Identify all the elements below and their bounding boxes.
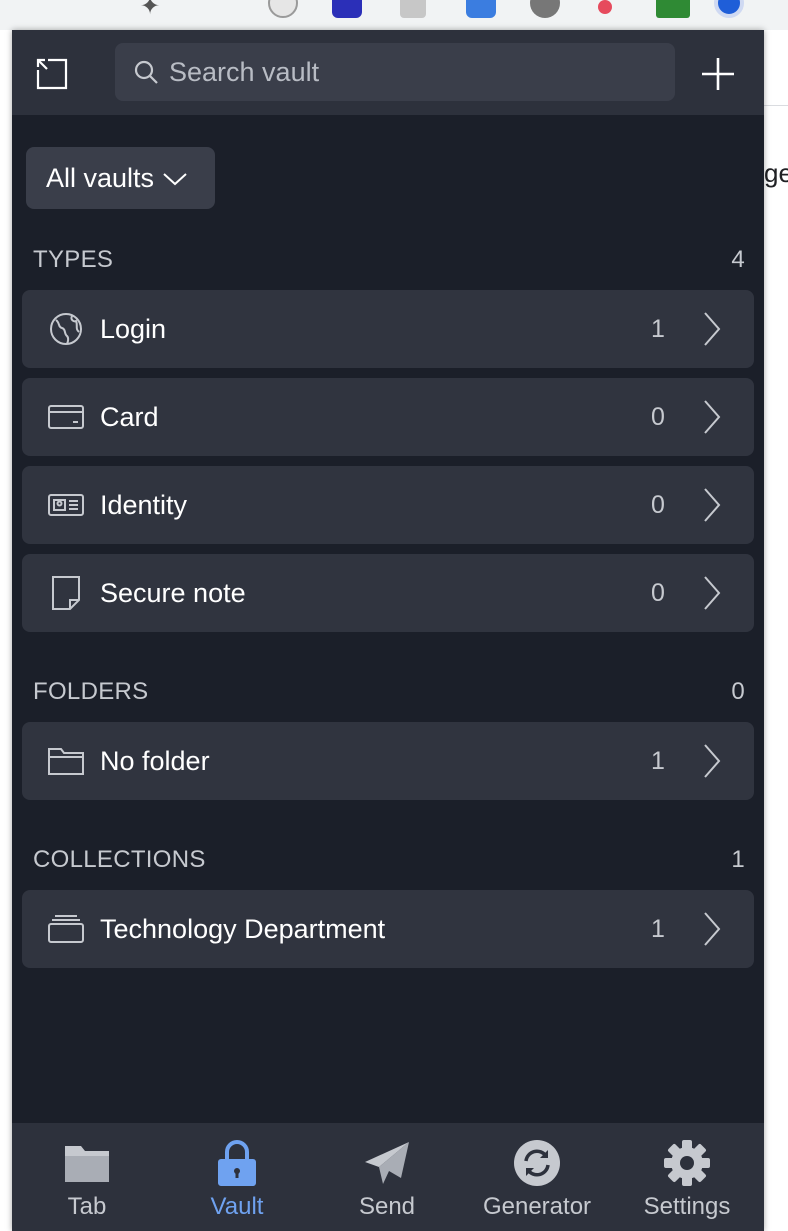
- bookmark-star-icon[interactable]: ✦: [140, 0, 170, 22]
- tab-label: Send: [358, 1193, 416, 1220]
- row-count: 0: [651, 578, 665, 607]
- collections-count: 1: [731, 846, 745, 873]
- folders-heading: FOLDERS: [33, 678, 149, 705]
- types-section-header: TYPES 4: [33, 245, 745, 275]
- browser-toolbar: ✦: [0, 0, 788, 30]
- page-text-fragment: ge: [764, 158, 788, 188]
- row-label: Login: [100, 313, 167, 344]
- popout-button[interactable]: [32, 54, 72, 94]
- sticky-note-icon: [46, 573, 86, 613]
- plus-icon: [702, 58, 734, 90]
- row-label: Identity: [100, 489, 188, 520]
- extension-icon[interactable]: [530, 0, 560, 18]
- folders-count: 0: [731, 678, 745, 705]
- tab-tab[interactable]: Tab: [12, 1123, 162, 1231]
- folder-icon: [62, 1139, 112, 1187]
- paper-plane-icon: [362, 1139, 412, 1187]
- extension-icon[interactable]: [656, 0, 690, 18]
- folders-section-header: FOLDERS 0: [33, 677, 745, 707]
- tab-generator[interactable]: Generator: [462, 1123, 612, 1231]
- chevron-right-icon: [702, 909, 726, 949]
- chevron-right-icon: [702, 309, 726, 349]
- row-count: 1: [651, 746, 665, 775]
- id-card-icon: [46, 485, 86, 525]
- types-count: 4: [731, 246, 745, 273]
- row-label: Secure note: [100, 577, 246, 608]
- tab-label: Tab: [67, 1193, 107, 1220]
- chevron-down-icon: [163, 173, 187, 186]
- row-count: 0: [651, 402, 665, 431]
- row-count: 1: [651, 314, 665, 343]
- tab-label: Generator: [482, 1193, 592, 1220]
- credit-card-icon: [46, 397, 86, 437]
- row-label: No folder: [100, 745, 210, 776]
- search-icon: [133, 58, 161, 86]
- row-count: 1: [651, 914, 665, 943]
- extension-icon[interactable]: [466, 0, 496, 18]
- type-row-card[interactable]: Card 0: [22, 378, 754, 456]
- search-box[interactable]: [115, 43, 675, 101]
- lock-icon: [212, 1139, 262, 1187]
- extension-icon[interactable]: [268, 0, 298, 18]
- popout-icon: [36, 58, 68, 90]
- tab-send[interactable]: Send: [312, 1123, 462, 1231]
- globe-icon: [46, 309, 86, 349]
- chevron-right-icon: [702, 397, 726, 437]
- row-count: 0: [651, 490, 665, 519]
- chevron-right-icon: [702, 741, 726, 781]
- tab-vault[interactable]: Vault: [162, 1123, 312, 1231]
- chevron-right-icon: [702, 485, 726, 525]
- folder-icon: [46, 741, 86, 781]
- extension-icon[interactable]: [332, 0, 362, 18]
- row-label: Card: [100, 401, 159, 432]
- row-label: Technology Department: [100, 913, 386, 944]
- collections-heading: COLLECTIONS: [33, 846, 206, 873]
- extension-icon[interactable]: [400, 0, 426, 18]
- tab-label: Settings: [643, 1193, 731, 1220]
- collection-row-technology-department[interactable]: Technology Department 1: [22, 890, 754, 968]
- collections-section-header: COLLECTIONS 1: [33, 845, 745, 875]
- collection-icon: [46, 909, 86, 949]
- type-row-secure-note[interactable]: Secure note 0: [22, 554, 754, 632]
- extension-icon[interactable]: [598, 0, 612, 14]
- vault-popup: All vaults TYPES 4 Login 1 Card 0: [12, 30, 764, 1231]
- bottom-tab-bar: Tab Vault Send Generator Settings: [12, 1123, 764, 1231]
- type-row-identity[interactable]: Identity 0: [22, 466, 754, 544]
- search-input[interactable]: [169, 56, 649, 88]
- add-item-button[interactable]: [696, 52, 740, 96]
- refresh-icon: [512, 1139, 562, 1187]
- tab-label: Vault: [210, 1193, 264, 1220]
- chevron-right-icon: [702, 573, 726, 613]
- bitwarden-extension-icon[interactable]: [714, 0, 744, 18]
- folder-row-no-folder[interactable]: No folder 1: [22, 722, 754, 800]
- gear-icon: [662, 1139, 712, 1187]
- popup-header: [12, 30, 764, 115]
- tab-settings[interactable]: Settings: [612, 1123, 762, 1231]
- type-row-login[interactable]: Login 1: [22, 290, 754, 368]
- vault-filter-label: All vaults: [46, 162, 155, 193]
- types-heading: TYPES: [33, 246, 114, 273]
- page-divider: [764, 105, 788, 106]
- vault-filter-dropdown[interactable]: All vaults: [26, 147, 215, 209]
